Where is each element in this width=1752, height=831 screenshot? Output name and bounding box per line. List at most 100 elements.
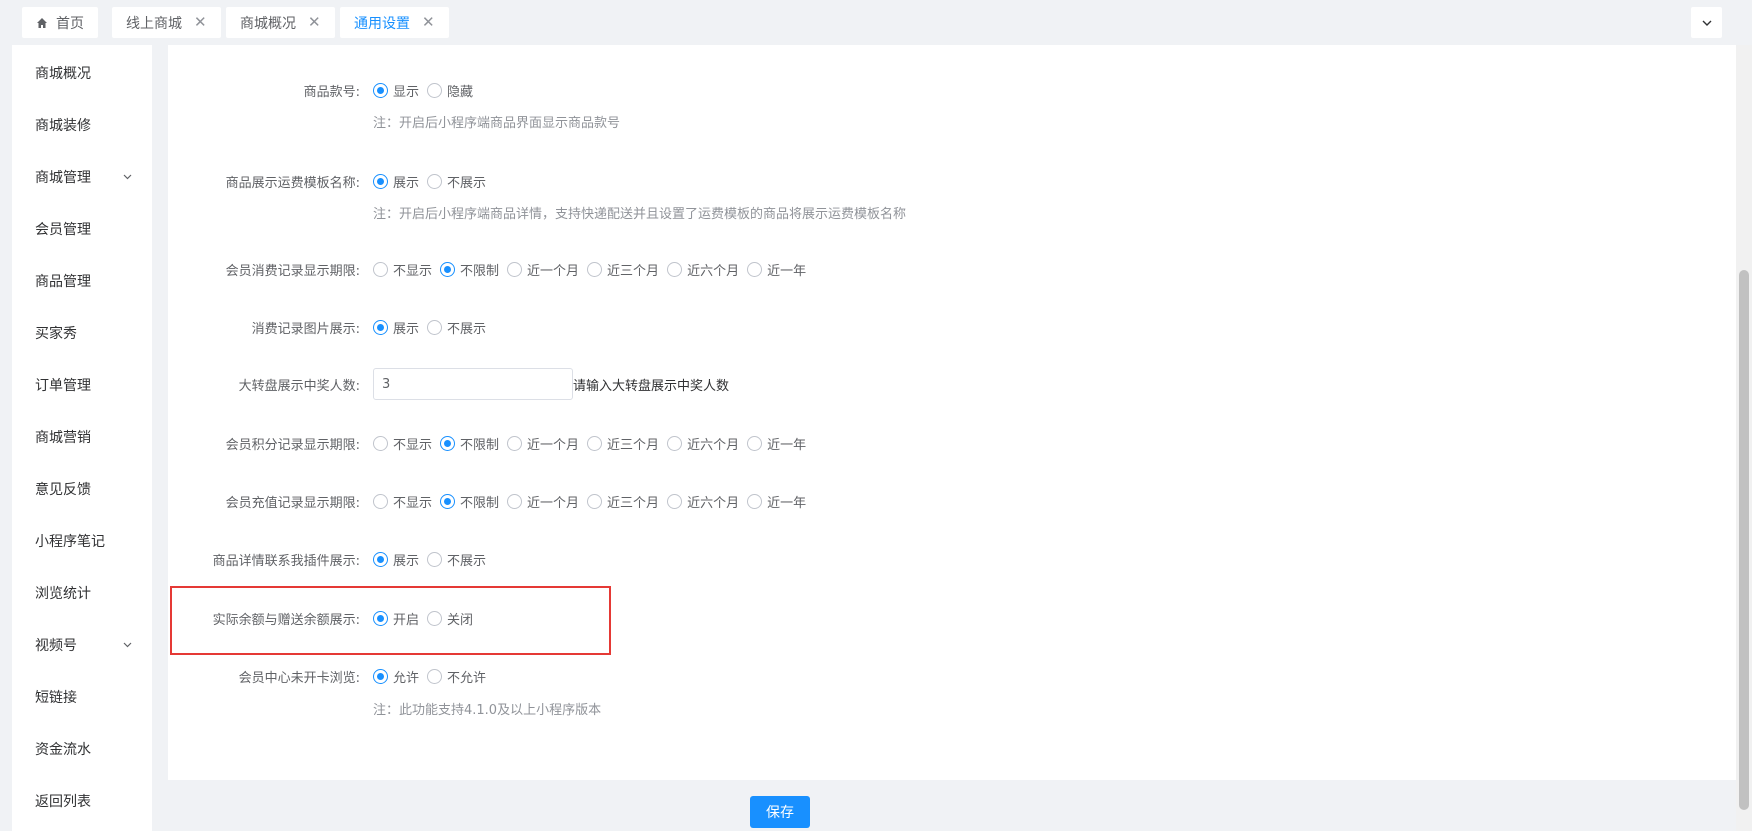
chevron-down-icon [123,642,132,648]
radio-option[interactable]: 不显示 [373,492,432,511]
radio-option[interactable]: 近一个月 [507,260,579,279]
radio-button[interactable] [373,261,388,277]
radio-button[interactable] [373,551,388,567]
radio-option[interactable]: 近一年 [747,492,806,511]
radio-option[interactable]: 展示 [373,172,419,191]
field-note: 注：开启后小程序端商品界面显示商品款号 [373,116,621,131]
radio-label: 不展示 [447,175,487,191]
radio-label: 不展示 [447,321,487,337]
radio-label: 不显示 [393,437,433,453]
radio-option[interactable]: 不允许 [427,667,486,686]
radio-button[interactable] [507,493,523,509]
radio-button[interactable] [440,261,456,277]
radio-button[interactable] [747,493,763,509]
field-label: 商品款号: [303,85,360,100]
radio-button[interactable] [373,82,388,98]
radio-button[interactable] [587,261,603,277]
highlight-box [170,586,611,655]
radio-button[interactable] [667,493,683,509]
radio-option[interactable]: 近一个月 [507,434,579,453]
radio-button[interactable] [587,493,603,509]
radio-option[interactable]: 不限制 [440,260,499,279]
radio-button[interactable] [427,173,443,189]
sidebar-item-label: 资金流水 [35,742,91,758]
scrollbar-thumb[interactable] [1739,270,1749,810]
radio-button[interactable] [427,551,443,567]
radio-option[interactable]: 不限制 [440,492,499,511]
radio-button[interactable] [373,435,388,451]
radio-option[interactable]: 不限制 [440,434,499,453]
radio-button[interactable] [427,82,443,98]
field-note: 注：开启后小程序端商品详情，支持快递配送并且设置了运费模板的商品将展示运费模板名… [373,207,907,222]
sidebar-item[interactable]: 返回列表 [12,775,152,827]
radio-button[interactable] [747,261,763,277]
radio-button[interactable] [373,493,388,509]
radio-button[interactable] [427,668,443,684]
radio-option[interactable]: 近三个月 [587,260,659,279]
radio-button[interactable] [507,261,523,277]
radio-button[interactable] [587,435,603,451]
sidebar-item[interactable]: 会员管理 [12,203,152,255]
radio-group: 不显示 不限制 近一个月 近三个月 近六个月 近一年 [373,489,814,513]
radio-option[interactable]: 隐藏 [427,81,473,100]
field-label: 商品详情联系我插件展示: [212,554,360,569]
radio-button[interactable] [507,435,523,451]
radio-option[interactable]: 近六个月 [667,492,739,511]
radio-option[interactable]: 近一年 [747,434,806,453]
radio-group: 不显示 不限制 近一个月 近三个月 近六个月 近一年 [373,431,814,455]
sidebar-item-label: 浏览统计 [35,586,91,602]
tab-label: 首页 [56,15,84,32]
radio-button[interactable] [373,173,388,189]
radio-option[interactable]: 近六个月 [667,434,739,453]
radio-option[interactable]: 近一年 [747,260,806,279]
close-icon[interactable]: ✕ [422,15,435,30]
sidebar-item-label: 返回列表 [35,794,91,810]
close-icon[interactable]: ✕ [194,15,207,30]
wheel-winners-input[interactable] [373,368,573,400]
tab-general-settings[interactable]: 通用设置 ✕ [340,7,449,38]
radio-button[interactable] [747,435,763,451]
radio-label: 显示 [393,84,420,100]
radio-group: 显示 隐藏 [373,78,481,102]
sidebar-item[interactable]: 资金流水 [12,723,152,775]
tab-mall-overview[interactable]: 商城概况 ✕ [226,7,335,38]
radio-button[interactable] [667,435,683,451]
tab-menu-button[interactable] [1691,7,1722,38]
tab-online-mall[interactable]: 线上商城 ✕ [112,7,221,38]
radio-option[interactable]: 不展示 [427,172,486,191]
radio-option[interactable]: 近一个月 [507,492,579,511]
radio-button[interactable] [373,668,388,684]
radio-option[interactable]: 允许 [373,667,419,686]
radio-label: 近一个月 [527,437,580,453]
radio-label: 近三个月 [607,495,660,511]
sidebar-item-label: 短链接 [35,690,77,706]
radio-button[interactable] [440,435,456,451]
save-button[interactable]: 保存 [750,796,810,828]
close-icon[interactable]: ✕ [308,15,321,30]
radio-option[interactable]: 不显示 [373,434,432,453]
radio-button[interactable] [440,493,456,509]
radio-option[interactable]: 近三个月 [587,434,659,453]
field-note: 注：此功能支持4.1.0及以上小程序版本 [373,703,602,718]
radio-option[interactable]: 展示 [373,550,419,569]
input-hint: 请输入大转盘展示中奖人数 [573,379,730,394]
radio-label: 近一年 [767,495,807,511]
radio-option[interactable]: 显示 [373,81,419,100]
radio-group: 展示 不展示 [373,547,494,571]
radio-option[interactable]: 近六个月 [667,260,739,279]
radio-button[interactable] [667,261,683,277]
radio-label: 隐藏 [447,84,474,100]
radio-label: 近一年 [767,263,807,279]
sidebar-item[interactable]: 商城装修 [12,99,152,151]
radio-option[interactable]: 近三个月 [587,492,659,511]
radio-option[interactable]: 展示 [373,318,419,337]
sidebar-item-label: 小程序笔记 [35,534,105,550]
radio-button[interactable] [373,319,388,335]
radio-button[interactable] [427,319,443,335]
radio-option[interactable]: 不显示 [373,260,432,279]
sidebar-item-label: 视频号 [35,638,77,654]
radio-option[interactable]: 不展示 [427,318,486,337]
radio-option[interactable]: 不展示 [427,550,486,569]
tab-home[interactable]: 首页 [22,7,98,38]
form-row-contact-plugin: 商品详情联系我插件展示: 展示 不展示 [168,547,1568,571]
